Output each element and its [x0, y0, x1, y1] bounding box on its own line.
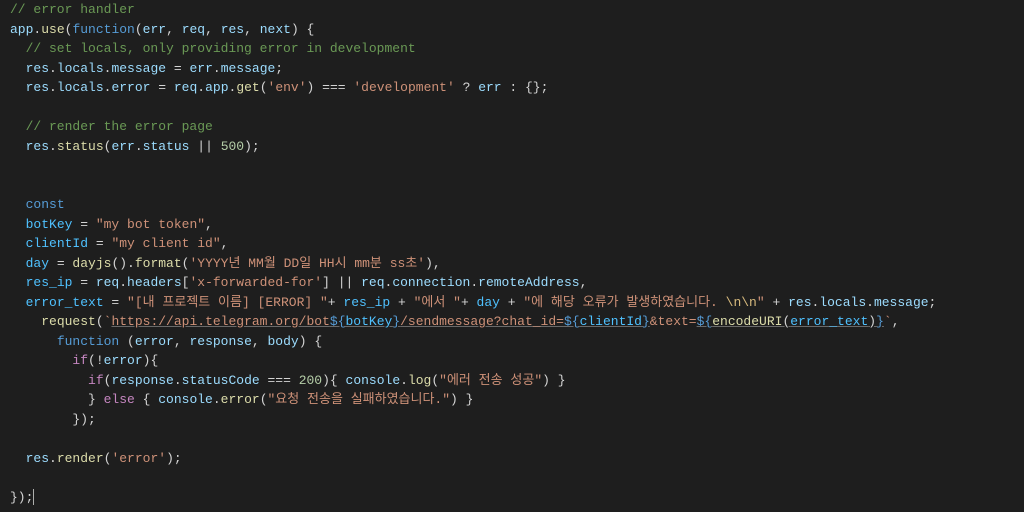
- code-line: // error handler: [10, 0, 1024, 20]
- code-line: res.locals.message = err.message;: [10, 59, 1024, 79]
- code-line: request(`https://api.telegram.org/bot${b…: [10, 312, 1024, 332]
- code-line: const: [10, 195, 1024, 215]
- code-line: botKey = "my bot token",: [10, 215, 1024, 235]
- code-line: // render the error page: [10, 117, 1024, 137]
- code-line: if(!error){: [10, 351, 1024, 371]
- code-line: res.status(err.status || 500);: [10, 137, 1024, 157]
- text-cursor: [33, 489, 34, 505]
- code-line: [10, 429, 1024, 449]
- code-line: function (error, response, body) {: [10, 332, 1024, 352]
- code-line: [10, 468, 1024, 488]
- code-line: res.render('error');: [10, 449, 1024, 469]
- code-line: if(response.statusCode === 200){ console…: [10, 371, 1024, 391]
- code-line: [10, 176, 1024, 196]
- code-line: res.locals.error = req.app.get('env') ==…: [10, 78, 1024, 98]
- code-line: day = dayjs().format('YYYY년 MM월 DD일 HH시 …: [10, 254, 1024, 274]
- code-editor[interactable]: // error handler app.use(function(err, r…: [0, 0, 1024, 507]
- code-line: });: [10, 488, 1024, 508]
- code-line: error_text = "[내 프로젝트 이름] [ERROR] "+ res…: [10, 293, 1024, 313]
- code-line: });: [10, 410, 1024, 430]
- code-line: } else { console.error("요청 전송을 실패하였습니다."…: [10, 390, 1024, 410]
- comment: // error handler: [10, 2, 135, 17]
- code-line: // set locals, only providing error in d…: [10, 39, 1024, 59]
- code-line: [10, 156, 1024, 176]
- code-line: app.use(function(err, req, res, next) {: [10, 20, 1024, 40]
- code-line: res_ip = req.headers['x-forwarded-for'] …: [10, 273, 1024, 293]
- code-line: clientId = "my client id",: [10, 234, 1024, 254]
- code-line: [10, 98, 1024, 118]
